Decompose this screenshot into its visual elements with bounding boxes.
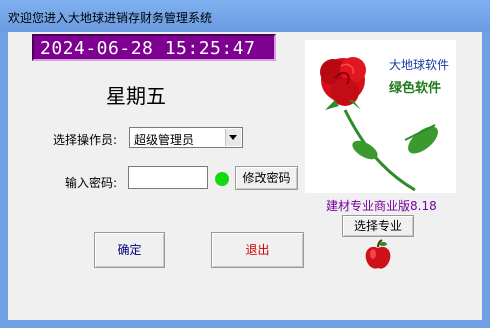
operator-label: 选择操作员:	[53, 133, 118, 147]
exit-button[interactable]: 退出	[211, 232, 304, 268]
weekday-label: 星期五	[106, 84, 166, 108]
title-bar[interactable]: 欢迎您进入大地球进销存财务管理系统	[0, 0, 490, 32]
apple-icon[interactable]	[364, 239, 392, 271]
logo-text-brand: 大地球软件	[389, 58, 450, 72]
confirm-button[interactable]: 确定	[94, 232, 165, 268]
password-input[interactable]	[128, 166, 208, 189]
dropdown-arrow-button[interactable]	[225, 129, 241, 146]
change-password-button[interactable]: 修改密码	[235, 166, 298, 190]
logo-text-green: 绿色软件	[389, 81, 442, 96]
login-window: 欢迎您进入大地球进销存财务管理系统 2024-06-28 15:25:47 星期…	[0, 0, 490, 328]
datetime-display: 2024-06-28 15:25:47	[32, 34, 276, 61]
status-indicator-icon	[215, 172, 229, 186]
edition-label: 建材专业商业版8.18	[326, 199, 437, 213]
chevron-down-icon	[229, 135, 237, 140]
datetime-text: 2024-06-28 15:25:47	[40, 38, 256, 59]
window-title: 欢迎您进入大地球进销存财务管理系统	[8, 11, 213, 25]
operator-select[interactable]: 超级管理员	[129, 127, 243, 148]
select-specialty-button[interactable]: 选择专业	[342, 215, 414, 237]
window-client-area: 2024-06-28 15:25:47 星期五 选择操作员: 超级管理员 输入密…	[8, 32, 482, 320]
operator-select-value: 超级管理员	[134, 133, 195, 147]
logo-panel: 大地球软件 绿色软件	[305, 40, 456, 193]
password-label: 输入密码:	[65, 176, 118, 190]
